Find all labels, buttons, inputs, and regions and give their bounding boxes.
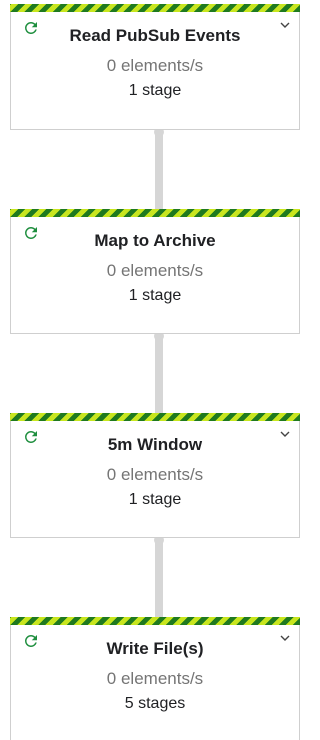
running-status-stripe (10, 617, 300, 625)
pipeline-graph: Read PubSub Events 0 elements/s 1 stage … (0, 0, 300, 740)
refresh-running-icon (25, 227, 37, 239)
node-throughput: 0 elements/s (106, 465, 204, 484)
refresh-running-icon (25, 431, 37, 443)
pipeline-step-node[interactable]: Read PubSub Events 0 elements/s 1 stage (10, 4, 300, 130)
node-title: Write File(s) (106, 639, 204, 658)
node-throughput: 0 elements/s (106, 261, 204, 280)
node-stage-count: 5 stages (124, 695, 186, 712)
node-throughput: 0 elements/s (106, 669, 204, 688)
node-stage-count: 1 stage (128, 287, 182, 304)
node-stage-count: 1 stage (128, 82, 182, 99)
pipeline-step-node[interactable]: Map to Archive 0 elements/s 1 stage (10, 209, 300, 334)
node-title: 5m Window (107, 435, 203, 454)
chevron-down-icon[interactable] (279, 428, 291, 440)
edge-connector (155, 334, 163, 414)
node-title: Map to Archive (94, 231, 216, 250)
refresh-running-icon (25, 22, 37, 34)
node-throughput: 0 elements/s (106, 56, 204, 75)
pipeline-step-node[interactable]: 5m Window 0 elements/s 1 stage (10, 413, 300, 538)
running-status-stripe (10, 209, 300, 217)
refresh-running-icon (25, 635, 37, 647)
chevron-down-icon[interactable] (279, 632, 291, 644)
pipeline-step-node[interactable]: Write File(s) 0 elements/s 5 stages (10, 617, 300, 740)
edge-connector (155, 130, 163, 210)
chevron-down-icon[interactable] (279, 19, 291, 31)
node-title: Read PubSub Events (69, 26, 241, 45)
running-status-stripe (10, 4, 300, 12)
node-stage-count: 1 stage (128, 491, 182, 508)
running-status-stripe (10, 413, 300, 421)
edge-connector (155, 538, 163, 618)
